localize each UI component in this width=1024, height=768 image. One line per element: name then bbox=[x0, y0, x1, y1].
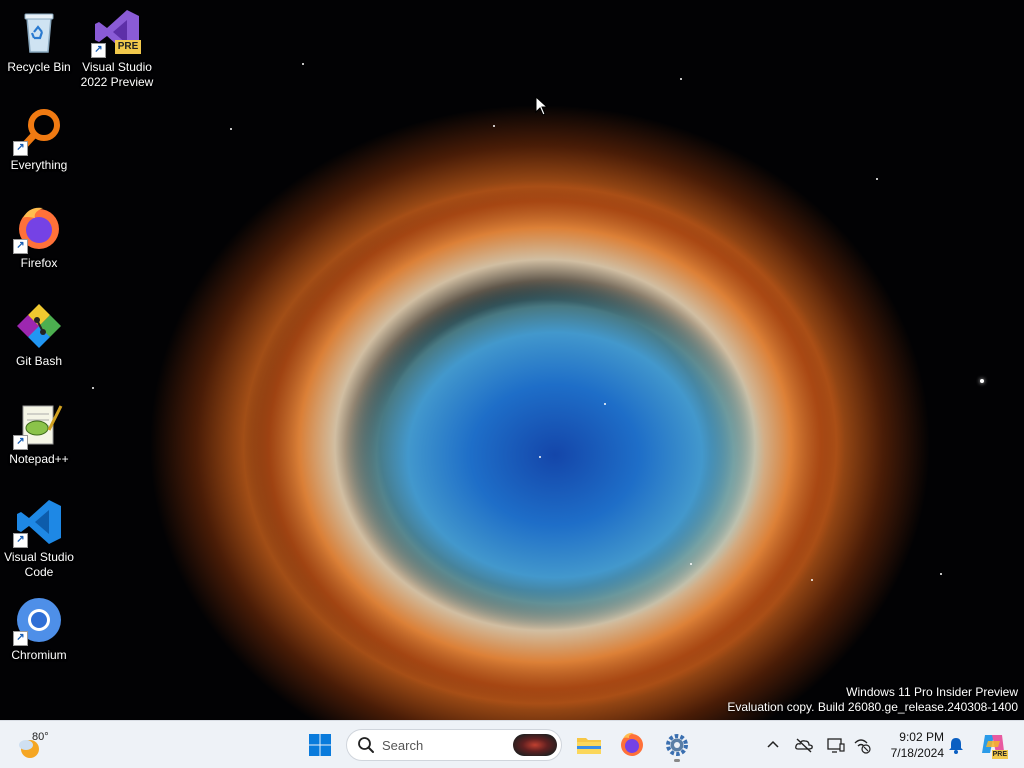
weather-temperature: 80° bbox=[32, 731, 49, 743]
firefox-icon bbox=[621, 732, 643, 756]
mouse-pointer-icon bbox=[535, 95, 549, 121]
watermark-line-edition: Windows 11 Pro Insider Preview bbox=[846, 685, 1018, 699]
shortcut-arrow-icon: ↗ bbox=[13, 435, 28, 450]
chevron-up-icon bbox=[767, 740, 779, 748]
chromium-icon: ↗ bbox=[13, 596, 63, 646]
desktop-icon-label: Recycle Bin bbox=[7, 60, 71, 74]
desktop-icon-label: Visual Studio Code bbox=[4, 550, 74, 579]
gear-icon bbox=[666, 734, 688, 756]
desktop-icon-label: Firefox bbox=[20, 256, 58, 270]
shortcut-arrow-icon: ↗ bbox=[13, 239, 28, 254]
network-tray-icon[interactable] bbox=[852, 735, 872, 755]
desktop-icon-chromium[interactable]: ↗ Chromium bbox=[0, 596, 78, 663]
recycle-bin-icon bbox=[15, 8, 63, 56]
search-placeholder: Search bbox=[382, 738, 424, 753]
taskbar: 80° Search 9:02 PM 7/18/2024 PRE bbox=[0, 720, 1024, 768]
shortcut-arrow-icon: ↗ bbox=[13, 533, 28, 548]
notification-center-button[interactable] bbox=[946, 735, 966, 755]
network-disconnected-icon bbox=[854, 739, 871, 754]
vscode-icon: ↗ bbox=[13, 498, 63, 548]
desktop-icon-firefox[interactable]: ↗ Firefox bbox=[0, 204, 78, 271]
desktop-icon-label: Chromium bbox=[11, 648, 67, 662]
desktop-wallpaper bbox=[0, 0, 1024, 720]
desktop-icon-everything[interactable]: ↗ Everything bbox=[0, 106, 78, 173]
search-icon bbox=[358, 737, 374, 753]
shortcut-arrow-icon: ↗ bbox=[13, 141, 28, 156]
desktop-icon-visual-studio-2022-preview[interactable]: PRE ↗ Visual Studio 2022 Preview bbox=[78, 8, 156, 90]
desktop-icon-visual-studio-code[interactable]: ↗ Visual Studio Code bbox=[0, 498, 78, 580]
onedrive-tray-icon[interactable] bbox=[794, 735, 814, 755]
desktop-icon-label: Notepad++ bbox=[9, 452, 69, 466]
desktop-icon-recycle-bin[interactable]: Recycle Bin bbox=[0, 8, 78, 75]
taskbar-firefox[interactable] bbox=[614, 727, 650, 763]
folder-icon bbox=[577, 738, 601, 754]
windows-start-icon bbox=[309, 734, 331, 756]
start-button[interactable] bbox=[302, 727, 338, 763]
desktop-icon-notepad-plus-plus[interactable]: ↗ Notepad++ bbox=[0, 400, 78, 467]
watermark-line-build: Evaluation copy. Build 26080.ge_release.… bbox=[727, 700, 1018, 714]
desktop-icon-git-bash[interactable]: Git Bash bbox=[0, 302, 78, 369]
clock-date: 7/18/2024 bbox=[890, 746, 944, 760]
windows-evaluation-watermark: Windows 11 Pro Insider Preview Evaluatio… bbox=[727, 685, 1018, 715]
copilot-button[interactable]: PRE bbox=[980, 731, 1008, 759]
weather-widget[interactable]: 80° bbox=[16, 729, 52, 761]
display-icon bbox=[827, 738, 845, 753]
bell-icon bbox=[949, 738, 963, 754]
shortcut-arrow-icon: ↗ bbox=[91, 43, 106, 58]
everything-magnifier-icon: ↗ bbox=[13, 106, 63, 156]
git-bash-icon bbox=[15, 302, 63, 350]
taskbar-clock[interactable]: 9:02 PM 7/18/2024 bbox=[880, 729, 944, 761]
taskbar-file-explorer[interactable] bbox=[571, 727, 607, 763]
search-highlight-image[interactable] bbox=[513, 734, 557, 756]
copilot-preview-badge: PRE bbox=[991, 750, 1008, 759]
shortcut-arrow-icon: ↗ bbox=[13, 631, 28, 646]
display-tray-icon[interactable] bbox=[826, 735, 846, 755]
desktop-icon-label: Visual Studio 2022 Preview bbox=[80, 60, 154, 89]
preview-badge: PRE bbox=[115, 40, 141, 54]
visual-studio-preview-icon: PRE ↗ bbox=[91, 8, 141, 58]
desktop-icon-label: Git Bash bbox=[15, 354, 63, 368]
firefox-icon: ↗ bbox=[13, 204, 63, 254]
onedrive-offline-icon bbox=[795, 738, 813, 753]
clock-time: 9:02 PM bbox=[899, 730, 944, 744]
notepad-plus-plus-icon: ↗ bbox=[13, 400, 63, 450]
desktop-icon-label: Everything bbox=[10, 158, 68, 172]
running-indicator bbox=[674, 759, 680, 762]
taskbar-search-box[interactable]: Search bbox=[346, 729, 562, 761]
show-hidden-icons-button[interactable] bbox=[763, 735, 783, 755]
taskbar-settings[interactable] bbox=[659, 727, 695, 763]
